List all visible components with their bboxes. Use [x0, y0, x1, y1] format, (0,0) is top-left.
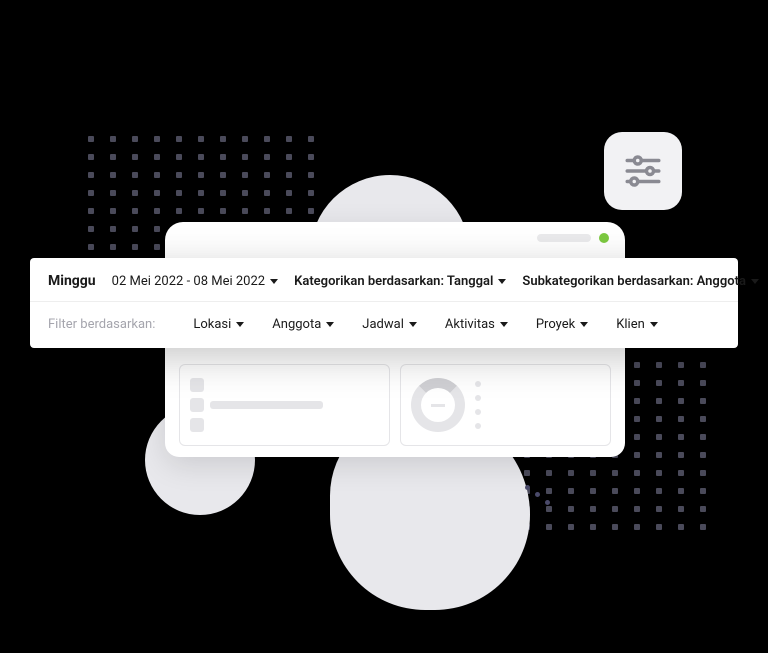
filter-by-label: Filter berdasarkan: [48, 317, 155, 332]
decorative-dot [535, 492, 540, 497]
filter-activity[interactable]: Aktivitas [445, 317, 508, 332]
period-label: Minggu [48, 273, 96, 289]
chevron-down-icon [409, 322, 417, 327]
subcategorize-label: Subkategorikan berdasarkan: Anggota [522, 274, 746, 289]
chevron-down-icon [326, 322, 334, 327]
filter-client[interactable]: Klien [616, 317, 658, 332]
chevron-down-icon [751, 279, 759, 284]
toolbar-placeholder-bar [537, 234, 591, 242]
decorative-dot [525, 485, 530, 490]
categorize-label: Kategorikan berdasarkan: Tanggal [294, 274, 493, 289]
filter-schedule[interactable]: Jadwal [362, 317, 417, 332]
date-range-value: 02 Mei 2022 - 08 Mei 2022 [112, 274, 265, 289]
settings-card[interactable] [604, 132, 682, 210]
status-indicator-green [599, 233, 609, 243]
panel-list [179, 364, 390, 446]
chevron-down-icon [580, 322, 588, 327]
subcategorize-dropdown[interactable]: Subkategorikan berdasarkan: Anggota [522, 274, 759, 289]
chevron-down-icon [500, 322, 508, 327]
categorize-dropdown[interactable]: Kategorikan berdasarkan: Tanggal [294, 274, 506, 289]
filter-row-primary: Minggu 02 Mei 2022 - 08 Mei 2022 Kategor… [30, 258, 738, 302]
panel-chart [400, 364, 611, 446]
filter-bar: Minggu 02 Mei 2022 - 08 Mei 2022 Kategor… [30, 258, 738, 348]
chevron-down-icon [270, 279, 278, 284]
filter-location[interactable]: Lokasi [193, 317, 244, 332]
filter-row-secondary: Filter berdasarkan: Lokasi Anggota Jadwa… [30, 302, 738, 348]
filter-project[interactable]: Proyek [536, 317, 588, 332]
chevron-down-icon [498, 279, 506, 284]
chevron-down-icon [236, 322, 244, 327]
decorative-dot [545, 500, 550, 505]
filter-member[interactable]: Anggota [272, 317, 334, 332]
sliders-icon [622, 150, 664, 192]
date-range-dropdown[interactable]: 02 Mei 2022 - 08 Mei 2022 [112, 274, 278, 289]
window-toolbar [165, 222, 625, 254]
chevron-down-icon [650, 322, 658, 327]
